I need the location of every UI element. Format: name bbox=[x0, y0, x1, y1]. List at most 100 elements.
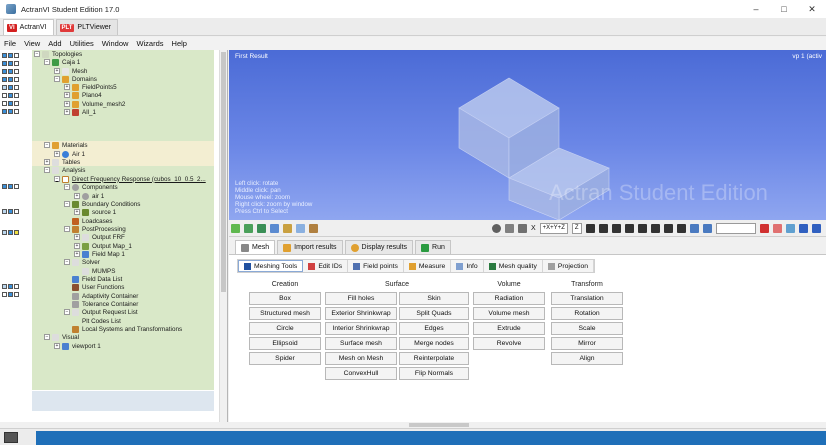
green-grid-icon[interactable] bbox=[231, 223, 240, 233]
tab-run[interactable]: Run bbox=[415, 240, 451, 254]
visibility-toggles[interactable] bbox=[2, 290, 20, 298]
visibility-toggles[interactable] bbox=[2, 67, 20, 75]
view-cube-icon[interactable] bbox=[585, 223, 595, 233]
visibility-toggles[interactable] bbox=[2, 83, 20, 91]
revolve-button[interactable]: Revolve bbox=[473, 337, 545, 350]
fit-icon[interactable] bbox=[689, 223, 699, 233]
view-cube-icon[interactable] bbox=[611, 223, 621, 233]
wand-icon[interactable] bbox=[309, 223, 318, 233]
layers-icon[interactable] bbox=[283, 223, 292, 233]
visibility-toggles[interactable] bbox=[2, 228, 20, 236]
render-icon[interactable] bbox=[798, 223, 808, 233]
view-cube-icon[interactable] bbox=[624, 223, 634, 233]
tab-actranvi[interactable]: VI ActranVI bbox=[3, 19, 54, 35]
mesh-view-icon[interactable] bbox=[270, 223, 279, 233]
view-cube-icon[interactable] bbox=[650, 223, 660, 233]
zoom-icon[interactable] bbox=[492, 223, 501, 233]
tab-import-results[interactable]: Import results bbox=[277, 240, 343, 254]
tree-node-materials[interactable]: − Materials bbox=[44, 141, 88, 149]
view-cube-icon[interactable] bbox=[663, 223, 673, 233]
tree-node-output-frf[interactable]: + Output FRF bbox=[74, 233, 125, 241]
menu-help[interactable]: Help bbox=[172, 39, 187, 48]
color-select[interactable] bbox=[715, 222, 756, 234]
scale-button[interactable]: Scale bbox=[551, 322, 623, 335]
tab-pltviewer[interactable]: PLT PLTViewer bbox=[55, 19, 119, 35]
rotation-button[interactable]: Rotation bbox=[551, 307, 623, 320]
console-icon[interactable] bbox=[4, 432, 18, 443]
graphics-viewport[interactable]: First Result vp 1 (activ Actran Student … bbox=[229, 50, 826, 220]
subtab-meshing-tools[interactable]: Meshing Tools bbox=[238, 260, 304, 272]
tree-node-solver[interactable]: − Solver bbox=[64, 258, 100, 266]
visibility-toggles[interactable] bbox=[2, 59, 20, 67]
exterior-shrinkwrap-button[interactable]: Exterior Shrinkwrap bbox=[325, 307, 397, 320]
render-icon[interactable] bbox=[772, 223, 782, 233]
scrollbar-thumb[interactable] bbox=[221, 52, 226, 292]
spider-button[interactable]: Spider bbox=[249, 352, 321, 365]
fill-holes-button[interactable]: Fill holes bbox=[325, 292, 397, 305]
render-icon[interactable] bbox=[759, 223, 769, 233]
select-icon[interactable] bbox=[505, 223, 514, 233]
tree-node-analysis[interactable]: − Analysis bbox=[44, 166, 85, 174]
camera-icon[interactable] bbox=[296, 223, 305, 233]
menu-add[interactable]: Add bbox=[48, 39, 61, 48]
interior-shrinkwrap-button[interactable]: Interior Shrinkwrap bbox=[325, 322, 397, 335]
visibility-toggles[interactable] bbox=[2, 182, 20, 190]
menu-file[interactable]: File bbox=[4, 39, 16, 48]
tree-node-local-systems[interactable]: Local Systems and Transformations bbox=[64, 325, 182, 333]
visibility-toggles[interactable] bbox=[2, 75, 20, 83]
tree-node-output-request-list[interactable]: − Output Request List bbox=[64, 308, 138, 316]
fit-icon[interactable] bbox=[702, 223, 712, 233]
subtab-field-points[interactable]: Field points bbox=[348, 260, 404, 272]
menu-window[interactable]: Window bbox=[102, 39, 129, 48]
structured-mesh-button[interactable]: Structured mesh bbox=[249, 307, 321, 320]
tab-mesh[interactable]: Mesh bbox=[235, 240, 276, 254]
reinterpolate-button[interactable]: Reinterpolate bbox=[399, 352, 469, 365]
view-direction-select[interactable]: Z bbox=[571, 222, 582, 234]
tree-node-caja[interactable]: − Caja 1 bbox=[44, 58, 80, 66]
tree-node-user-functions[interactable]: User Functions bbox=[64, 283, 124, 291]
tree-node-plano4[interactable]: + Plano4 bbox=[64, 91, 102, 99]
split-quads-button[interactable]: Split Quads bbox=[399, 307, 469, 320]
subtab-mesh-quality[interactable]: Mesh quality bbox=[483, 260, 543, 272]
view-cube-icon[interactable] bbox=[637, 223, 647, 233]
splitter-handle[interactable] bbox=[409, 423, 469, 427]
render-icon[interactable] bbox=[811, 223, 821, 233]
green-grid-icon[interactable] bbox=[257, 223, 266, 233]
tree-node-components[interactable]: − Components bbox=[64, 183, 118, 191]
ellipsoid-button[interactable]: Ellipsoid bbox=[249, 337, 321, 350]
subtab-projection[interactable]: Projection bbox=[542, 260, 595, 272]
visibility-toggles[interactable] bbox=[2, 91, 20, 99]
close-button[interactable]: ✕ bbox=[798, 0, 826, 18]
render-icon[interactable] bbox=[785, 223, 795, 233]
circle-button[interactable]: Circle bbox=[249, 322, 321, 335]
maximize-button[interactable]: □ bbox=[770, 0, 798, 18]
visibility-toggles[interactable] bbox=[2, 99, 20, 107]
view-cube-icon[interactable] bbox=[598, 223, 608, 233]
tree-node-source[interactable]: + source 1 bbox=[74, 208, 116, 216]
volume-mesh-button[interactable]: Volume mesh bbox=[473, 307, 545, 320]
tree-node-all-1[interactable]: + All_1 bbox=[64, 108, 96, 116]
subtab-edit-ids[interactable]: Edit IDs bbox=[303, 260, 349, 272]
mesh-on-mesh-button[interactable]: Mesh on Mesh bbox=[325, 352, 397, 365]
python-console[interactable] bbox=[36, 431, 826, 445]
convexhull-button[interactable]: ConvexHull bbox=[325, 367, 397, 380]
pick-icon[interactable] bbox=[518, 223, 527, 233]
green-grid-icon[interactable] bbox=[244, 223, 253, 233]
edges-button[interactable]: Edges bbox=[399, 322, 469, 335]
tree-node-viewport[interactable]: + viewport 1 bbox=[54, 342, 101, 350]
mirror-button[interactable]: Mirror bbox=[551, 337, 623, 350]
menu-wizards[interactable]: Wizards bbox=[136, 39, 163, 48]
menu-utilities[interactable]: Utilities bbox=[70, 39, 94, 48]
align-button[interactable]: Align bbox=[551, 352, 623, 365]
skin-button[interactable]: Skin bbox=[399, 292, 469, 305]
box-button[interactable]: Box bbox=[249, 292, 321, 305]
radiation-button[interactable]: Radiation bbox=[473, 292, 545, 305]
tree-scrollbar[interactable] bbox=[219, 50, 227, 422]
visibility-toggles[interactable] bbox=[2, 107, 20, 115]
flip-normals-button[interactable]: Flip Normals bbox=[399, 367, 469, 380]
extrude-button[interactable]: Extrude bbox=[473, 322, 545, 335]
view-axis-select[interactable]: +X+Y+Z bbox=[539, 222, 568, 234]
merge-nodes-button[interactable]: Merge nodes bbox=[399, 337, 469, 350]
minimize-button[interactable]: – bbox=[742, 0, 770, 18]
visibility-toggles[interactable] bbox=[2, 51, 20, 59]
